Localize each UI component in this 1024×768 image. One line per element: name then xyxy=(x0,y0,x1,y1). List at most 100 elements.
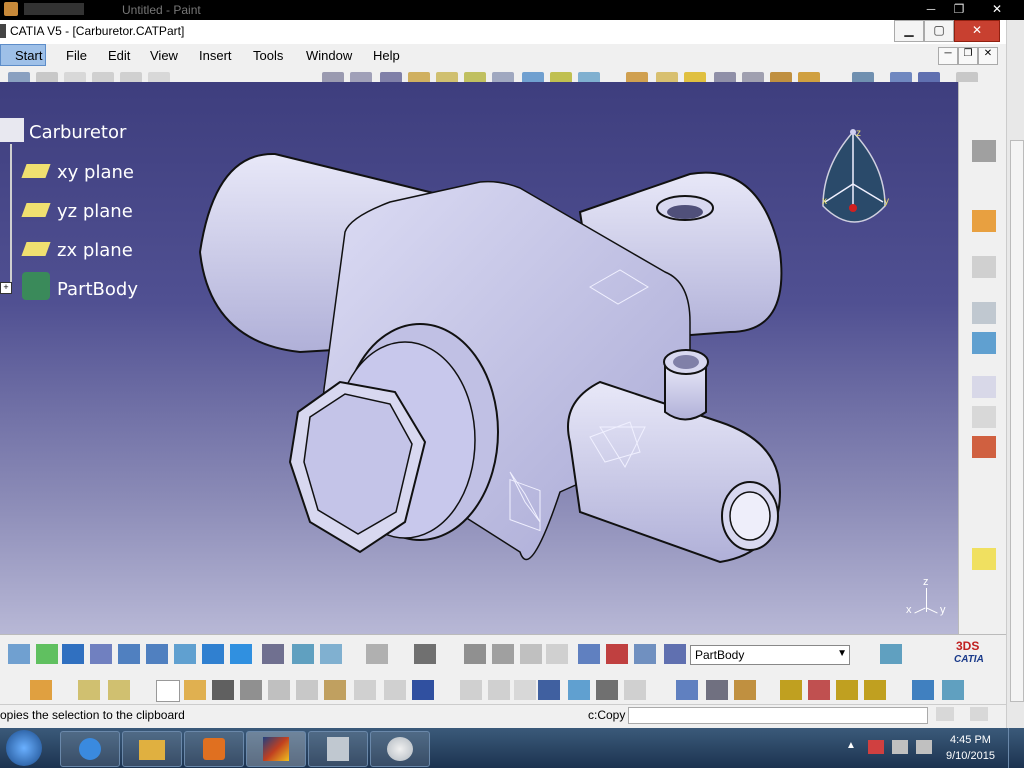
paint-close-button[interactable]: ✕ xyxy=(984,0,1010,18)
law-icon[interactable] xyxy=(514,680,536,700)
menu-start[interactable]: Start xyxy=(0,44,46,66)
part-icon[interactable] xyxy=(0,118,24,142)
redo-history-icon[interactable] xyxy=(30,680,52,700)
menu-file[interactable]: File xyxy=(66,48,87,63)
tree-item-yz-plane[interactable]: yz plane xyxy=(57,201,133,222)
mass-properties-icon[interactable] xyxy=(734,680,756,700)
lock-icon[interactable] xyxy=(596,680,618,700)
cut-icon[interactable] xyxy=(268,680,290,700)
boolean-remove-icon[interactable] xyxy=(836,680,858,700)
undo-icon[interactable] xyxy=(354,680,376,700)
comment-icon[interactable] xyxy=(488,680,510,700)
menu-insert[interactable]: Insert xyxy=(199,48,232,63)
paste-icon[interactable] xyxy=(324,680,346,700)
menu-view[interactable]: View xyxy=(150,48,178,63)
plane-icon[interactable] xyxy=(21,164,51,178)
scrollbar-thumb[interactable] xyxy=(1010,140,1024,702)
equation-icon[interactable] xyxy=(624,680,646,700)
hide-show-icon[interactable] xyxy=(292,644,314,664)
rotate-icon[interactable] xyxy=(90,644,112,664)
doc-minimize-button[interactable]: ─ xyxy=(938,47,958,65)
layer-icon[interactable] xyxy=(880,644,902,664)
network-icon[interactable] xyxy=(892,740,908,754)
isometric-view-icon[interactable] xyxy=(230,644,252,664)
print-icon[interactable] xyxy=(240,680,262,700)
normal-view-icon[interactable] xyxy=(174,644,196,664)
action-center-icon[interactable] xyxy=(868,740,884,754)
tree-item-partbody[interactable]: PartBody xyxy=(57,279,138,300)
constraint-icon[interactable] xyxy=(606,644,628,664)
whats-this-icon[interactable] xyxy=(412,680,434,700)
reference-element-icon[interactable] xyxy=(972,332,996,354)
maximize-button[interactable]: ▢ xyxy=(924,20,954,42)
shading-icon[interactable] xyxy=(262,644,284,664)
fly-mode-icon[interactable] xyxy=(8,644,30,664)
update-icon[interactable] xyxy=(366,644,388,664)
design-table-icon[interactable] xyxy=(538,680,560,700)
taskbar-paint[interactable] xyxy=(370,731,430,767)
frame-icon[interactable] xyxy=(578,644,600,664)
select-cursor-icon[interactable] xyxy=(972,210,996,232)
formula-icon[interactable] xyxy=(460,680,482,700)
render-icon[interactable] xyxy=(912,680,934,700)
close-button[interactable]: ✕ xyxy=(954,20,1000,42)
copy-icon[interactable] xyxy=(296,680,318,700)
menu-window[interactable]: Window xyxy=(306,48,352,63)
open-folder-icon[interactable] xyxy=(184,680,206,700)
volume-icon[interactable] xyxy=(916,740,932,754)
window-titlebar[interactable]: CATIA V5 - [Carburetor.CATPart] ▁ ▢ ✕ xyxy=(0,20,1006,45)
list-icon[interactable] xyxy=(634,644,656,664)
boolean-intersect-icon[interactable] xyxy=(864,680,886,700)
redo-icon[interactable] xyxy=(384,680,406,700)
swap-visible-space-icon[interactable] xyxy=(320,644,342,664)
doc-restore-button[interactable]: ❐ xyxy=(958,47,978,65)
sketcher-icon[interactable] xyxy=(972,256,996,278)
menu-tools[interactable]: Tools xyxy=(253,48,283,63)
paint-minimize-button[interactable]: ─ xyxy=(918,0,944,18)
grid-snap-icon[interactable] xyxy=(546,644,568,664)
boolean-add-icon[interactable] xyxy=(808,680,830,700)
capture-icon[interactable] xyxy=(414,644,436,664)
doc-close-button[interactable]: ✕ xyxy=(978,47,998,65)
3d-viewport[interactable]: Carburetor xy plane yz plane zx plane + … xyxy=(0,82,958,634)
apply-material-icon[interactable] xyxy=(972,436,996,458)
expand-toggle[interactable]: + xyxy=(0,282,12,294)
dimension-icon[interactable] xyxy=(676,680,698,700)
sketch-positioned-icon[interactable] xyxy=(972,302,996,324)
fit-all-icon[interactable] xyxy=(36,644,58,664)
taskbar-catia[interactable] xyxy=(246,731,306,767)
power-input[interactable] xyxy=(628,707,928,724)
menu-help[interactable]: Help xyxy=(373,48,400,63)
multi-view-icon[interactable] xyxy=(202,644,224,664)
taskbar-explorer[interactable] xyxy=(122,731,182,767)
pan-icon[interactable] xyxy=(62,644,84,664)
save-icon[interactable] xyxy=(212,680,234,700)
flag-note-icon[interactable] xyxy=(972,406,996,428)
taskbar-calculator[interactable] xyxy=(308,731,368,767)
pattern-tool-icon[interactable] xyxy=(78,680,100,700)
eraser-icon[interactable] xyxy=(664,644,686,664)
line-icon[interactable] xyxy=(972,518,996,540)
scrollbar[interactable] xyxy=(1006,20,1024,728)
zoom-in-icon[interactable] xyxy=(118,644,140,664)
show-hidden-icons-icon[interactable]: ▲ xyxy=(846,740,856,751)
gear-icon[interactable] xyxy=(972,140,996,162)
clock-date[interactable]: 9/10/2015 xyxy=(946,750,995,762)
start-button[interactable] xyxy=(6,730,42,766)
plane-icon[interactable] xyxy=(21,242,51,256)
minimize-button[interactable]: ▁ xyxy=(894,20,924,42)
show-desktop-button[interactable] xyxy=(1008,728,1024,768)
part-body-select[interactable]: PartBody ▼ xyxy=(690,645,850,665)
text-annotation-icon[interactable] xyxy=(972,376,996,398)
paint-restore-button[interactable]: ❐ xyxy=(946,0,972,18)
partbody-icon[interactable] xyxy=(22,272,50,300)
tree-item-xy-plane[interactable]: xy plane xyxy=(57,162,134,183)
taskbar-media-player[interactable] xyxy=(184,731,244,767)
knowledge-icon[interactable] xyxy=(464,644,486,664)
hand-icon[interactable] xyxy=(492,644,514,664)
plane-icon[interactable] xyxy=(21,203,51,217)
tree-structure-icon[interactable] xyxy=(568,680,590,700)
chevron-down-icon[interactable]: ▼ xyxy=(837,648,847,659)
insert-body-icon[interactable] xyxy=(780,680,802,700)
paint-quick-access-toolbar[interactable] xyxy=(24,3,84,15)
